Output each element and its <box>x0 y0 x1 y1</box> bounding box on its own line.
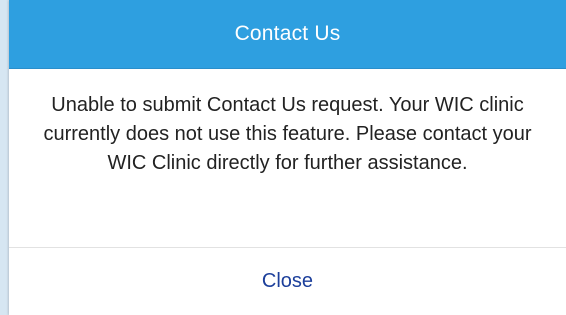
dialog-body: Unable to submit Contact Us request. You… <box>9 69 566 248</box>
close-button[interactable]: Close <box>238 264 337 299</box>
dialog-message: Unable to submit Contact Us request. You… <box>43 94 532 174</box>
dialog-header: Contact Us <box>9 0 566 69</box>
dialog-footer: Close <box>9 248 566 314</box>
contact-us-dialog: Contact Us Unable to submit Contact Us r… <box>9 0 566 315</box>
dialog-title: Contact Us <box>234 22 341 45</box>
